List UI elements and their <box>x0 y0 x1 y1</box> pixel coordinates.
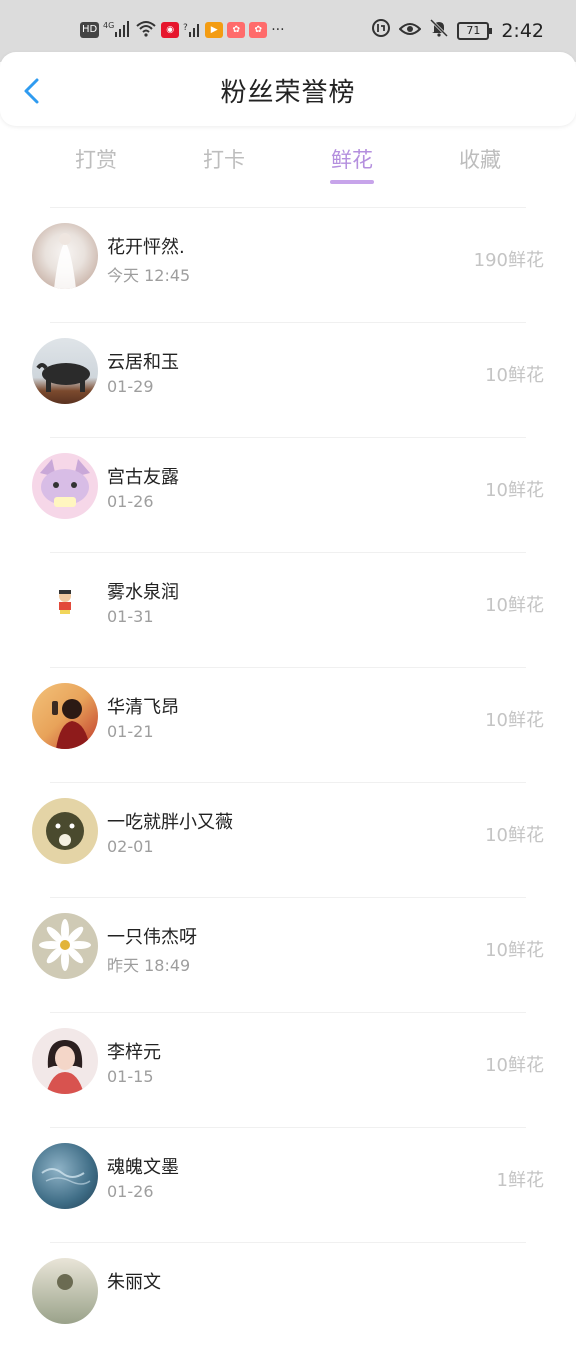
list-item[interactable]: 宫古友露 01-26 10鲜花 <box>0 437 576 552</box>
flower-count: 190鲜花 <box>473 250 544 271</box>
list-item[interactable]: 魂魄文墨 01-26 1鲜花 <box>0 1127 576 1242</box>
fan-name: 华清飞昂 <box>107 697 179 718</box>
avatar[interactable] <box>32 453 98 519</box>
tab-favorites[interactable]: 收藏 <box>440 144 520 174</box>
list-item[interactable]: 华清飞昂 01-21 10鲜花 <box>0 667 576 782</box>
signal-4g-icon: 4G <box>103 20 131 40</box>
fan-name: 一吃就胖小又薇 <box>107 812 233 833</box>
divider <box>50 322 526 323</box>
tab-bar: 打赏 打卡 鲜花 收藏 <box>0 126 576 190</box>
divider <box>50 1127 526 1128</box>
status-right-icons: 71 2:42 <box>371 18 544 43</box>
fan-date: 昨天 18:49 <box>107 956 191 975</box>
avatar[interactable] <box>32 683 98 749</box>
flower-count: 10鲜花 <box>485 595 544 616</box>
clock-time: 2:42 <box>501 19 544 42</box>
fan-name: 一只伟杰呀 <box>107 927 197 948</box>
avatar[interactable] <box>32 913 98 979</box>
divider <box>50 897 526 898</box>
fan-date: 01-26 <box>107 1182 154 1201</box>
wifi-icon <box>135 20 157 40</box>
weibo-icon: ◉ <box>161 22 180 38</box>
svg-text:4G: 4G <box>103 21 114 30</box>
fan-name: 花开怦然. <box>107 237 185 258</box>
video-app-icon: ▶ <box>205 22 224 38</box>
fan-date: 01-15 <box>107 1067 154 1086</box>
svg-text:?: ? <box>183 23 188 33</box>
flower-count: 10鲜花 <box>485 825 544 846</box>
fan-date: 01-26 <box>107 492 154 511</box>
hd-icon: HD <box>80 22 100 38</box>
divider <box>50 437 526 438</box>
fan-name: 宫古友露 <box>107 467 179 488</box>
mute-bell-icon <box>429 18 449 43</box>
fan-date: 今天 12:45 <box>107 266 191 285</box>
flower-count: 10鲜花 <box>485 940 544 961</box>
eye-comfort-icon <box>398 20 422 42</box>
divider <box>50 207 526 208</box>
avatar[interactable] <box>32 798 98 864</box>
divider <box>50 782 526 783</box>
game-app-icon: ✿ <box>227 22 246 38</box>
app-header: 粉丝荣誉榜 <box>0 52 576 126</box>
fan-name: 云居和玉 <box>107 352 179 373</box>
flower-count: 10鲜花 <box>485 1055 544 1076</box>
fan-name: 李梓元 <box>107 1042 161 1063</box>
game-app-icon-2: ✿ <box>249 22 268 38</box>
fan-date: 02-01 <box>107 837 154 856</box>
fan-name: 魂魄文墨 <box>107 1157 179 1178</box>
fan-name: 朱丽文 <box>107 1272 161 1293</box>
signal-weak-icon: ? <box>183 20 201 40</box>
flower-count: 1鲜花 <box>496 1170 544 1191</box>
list-item[interactable]: 雾水泉润 01-31 10鲜花 <box>0 552 576 667</box>
status-left-icons: HD 4G ◉ ? ▶ ✿ ✿ ··· <box>80 20 285 40</box>
data-saver-icon <box>371 18 391 43</box>
flower-count: 10鲜花 <box>485 710 544 731</box>
list-item[interactable]: 云居和玉 01-29 10鲜花 <box>0 322 576 437</box>
list-item[interactable]: 花开怦然. 今天 12:45 190鲜花 <box>0 207 576 322</box>
page-title: 粉丝荣誉榜 <box>220 78 356 108</box>
tab-checkin[interactable]: 打卡 <box>184 144 264 174</box>
more-notifications-icon: ··· <box>271 22 285 38</box>
fan-name: 雾水泉润 <box>107 582 179 603</box>
fan-date: 01-29 <box>107 377 154 396</box>
list-item[interactable]: 一吃就胖小又薇 02-01 10鲜花 <box>0 782 576 897</box>
divider <box>50 1242 526 1243</box>
avatar[interactable] <box>32 1143 98 1209</box>
tab-flowers[interactable]: 鲜花 <box>312 144 392 174</box>
flower-count: 10鲜花 <box>485 365 544 386</box>
list-item[interactable]: 李梓元 01-15 10鲜花 <box>0 1012 576 1127</box>
flower-count: 10鲜花 <box>485 480 544 501</box>
list-item[interactable]: 朱丽文 <box>0 1242 576 1357</box>
divider <box>50 667 526 668</box>
avatar[interactable] <box>32 1258 98 1324</box>
avatar[interactable] <box>32 568 98 634</box>
active-tab-indicator <box>330 180 374 184</box>
avatar[interactable] <box>32 338 98 404</box>
tab-reward[interactable]: 打赏 <box>56 144 136 174</box>
divider <box>50 1012 526 1013</box>
battery-icon: 71 <box>457 21 493 40</box>
fan-date: 01-31 <box>107 607 154 626</box>
avatar[interactable] <box>32 223 98 289</box>
list-item[interactable]: 一只伟杰呀 昨天 18:49 10鲜花 <box>0 897 576 1012</box>
avatar[interactable] <box>32 1028 98 1094</box>
divider <box>50 552 526 553</box>
fan-date: 01-21 <box>107 722 154 741</box>
